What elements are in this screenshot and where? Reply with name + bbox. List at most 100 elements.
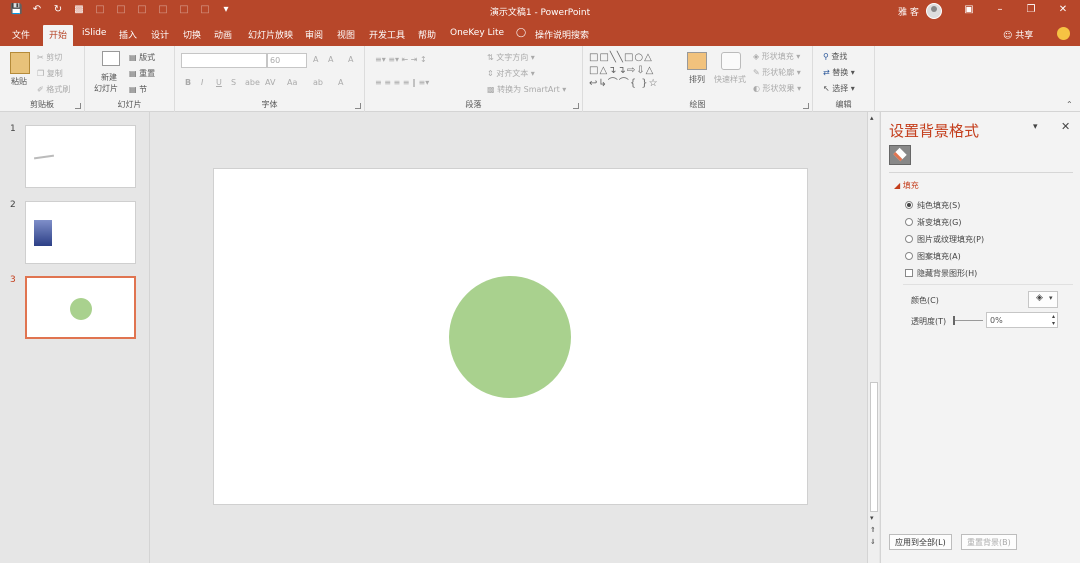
align-icons[interactable]: ≡ ≡ ≡ ≡ ‖ ≡▾: [375, 78, 429, 87]
new-slide-icon[interactable]: [102, 51, 120, 66]
paste-button[interactable]: 粘贴: [11, 76, 27, 87]
scrollbar-thumb[interactable]: [870, 382, 878, 512]
reset-button[interactable]: ▤ 重置: [129, 68, 155, 79]
shape-effects-button[interactable]: ◐ 形状效果 ▾: [753, 83, 801, 94]
format-painter-button[interactable]: ✐ 格式刷: [37, 84, 70, 95]
strike-button[interactable]: S: [231, 78, 236, 87]
tab-file[interactable]: 文件: [12, 28, 30, 41]
tab-view[interactable]: 视图: [337, 28, 355, 41]
tab-slideshow[interactable]: 幻灯片放映: [248, 28, 293, 41]
new-slide-label-1[interactable]: 新建: [101, 72, 117, 83]
tab-review[interactable]: 审阅: [305, 28, 323, 41]
reset-background-button[interactable]: 重置背景(B): [961, 534, 1017, 550]
dialog-launcher-icon[interactable]: [573, 103, 579, 109]
tab-islide[interactable]: iSlide: [82, 28, 106, 38]
color-picker-button[interactable]: ◈ ▾: [1028, 291, 1058, 308]
tab-animations[interactable]: 动画: [214, 28, 232, 41]
fill-category-icon[interactable]: [889, 145, 911, 165]
spinner-icon[interactable]: ▴ ▾: [1052, 313, 1055, 327]
tell-me-search[interactable]: 操作说明搜索: [535, 28, 589, 41]
vertical-scrollbar[interactable]: ▴ ▾ ⇑ ⇓: [867, 112, 879, 563]
feedback-smiley-icon[interactable]: [1057, 27, 1070, 40]
bullets-icon[interactable]: ≡▾ ≡▾ ⇤ ⇥ ↕: [375, 55, 427, 64]
quick-styles-icon[interactable]: [721, 52, 741, 70]
quick-styles-button[interactable]: 快速样式: [714, 74, 746, 85]
text-direction-button[interactable]: ⇅ 文字方向 ▾: [487, 52, 535, 63]
solid-fill-label[interactable]: 纯色填充(S): [917, 200, 960, 211]
tab-developer[interactable]: 开发工具: [369, 28, 405, 41]
shape-outline-button[interactable]: ✎ 形状轮廓 ▾: [753, 67, 801, 78]
solid-fill-radio[interactable]: [905, 201, 913, 209]
collapse-ribbon-icon[interactable]: ⌃: [1066, 100, 1073, 109]
group-label-slides: 幻灯片: [117, 100, 142, 109]
scroll-up-icon[interactable]: ▴: [870, 114, 874, 122]
highlight-button[interactable]: ab: [313, 78, 323, 87]
gradient-fill-radio[interactable]: [905, 218, 913, 226]
spacing-button[interactable]: AV: [265, 78, 275, 87]
new-slide-label-2[interactable]: 幻灯片: [94, 83, 118, 94]
tab-help[interactable]: 帮助: [418, 28, 436, 41]
minimize-icon[interactable]: –: [993, 3, 1007, 17]
apply-to-all-button[interactable]: 应用到全部(L): [889, 534, 952, 550]
pattern-fill-radio[interactable]: [905, 252, 913, 260]
section-button[interactable]: ▤ 节: [129, 84, 147, 95]
font-name-box[interactable]: [181, 53, 267, 68]
tab-insert[interactable]: 插入: [119, 28, 137, 41]
shrink-font-button[interactable]: A: [328, 55, 333, 64]
select-button[interactable]: ↖ 选择 ▾: [823, 83, 855, 94]
dialog-launcher-icon[interactable]: [75, 103, 81, 109]
scroll-down-icon[interactable]: ▾: [870, 514, 874, 522]
find-button[interactable]: ⚲ 查找: [823, 51, 847, 62]
underline-button[interactable]: U: [216, 78, 222, 87]
avatar[interactable]: [926, 3, 942, 19]
arrange-icon[interactable]: [687, 52, 707, 70]
pane-options-icon[interactable]: ▾: [1033, 122, 1038, 132]
layout-button[interactable]: ▤ 版式: [129, 52, 155, 63]
arrange-button[interactable]: 排列: [689, 74, 705, 85]
hide-background-label[interactable]: 隐藏背景图形(H): [917, 268, 977, 279]
cut-button[interactable]: ✂ 剪切: [37, 52, 62, 63]
gradient-fill-label[interactable]: 渐变填充(G): [917, 217, 961, 228]
smartart-button[interactable]: ▩ 转换为 SmartArt ▾: [487, 84, 566, 95]
user-name[interactable]: 雅 客: [898, 5, 919, 18]
change-case-button[interactable]: Aa: [287, 78, 297, 87]
ribbon-display-icon[interactable]: ▣: [962, 3, 976, 17]
tab-design[interactable]: 设计: [151, 28, 169, 41]
picture-fill-label[interactable]: 图片或纹理填充(P): [917, 234, 984, 245]
tab-transitions[interactable]: 切换: [183, 28, 201, 41]
shape-fill-button[interactable]: ◈ 形状填充 ▾: [753, 51, 800, 62]
hide-background-checkbox[interactable]: [905, 269, 913, 277]
share-button[interactable]: ☺ 共享: [1003, 28, 1033, 41]
paste-icon[interactable]: [10, 52, 30, 74]
fill-section-header[interactable]: ◢ 填充: [894, 180, 919, 191]
close-icon[interactable]: ✕: [1056, 3, 1070, 17]
copy-button[interactable]: ❐ 复制: [37, 68, 63, 79]
tab-onekey[interactable]: OneKey Lite: [450, 28, 504, 38]
font-color-button[interactable]: A: [338, 78, 343, 87]
font-size-box[interactable]: 60: [267, 53, 307, 68]
slide-thumbnail-1[interactable]: [25, 125, 136, 188]
bold-button[interactable]: B: [185, 78, 191, 87]
shapes-gallery[interactable]: □□╲╲□○△ □△↴↴⇨⇩△ ↩↳⌒⌒{ }☆: [589, 51, 659, 90]
next-slide-icon[interactable]: ⇓: [870, 538, 876, 546]
slider-handle[interactable]: [953, 316, 955, 325]
slide-thumbnail-3[interactable]: [25, 276, 136, 339]
dialog-launcher-icon[interactable]: [355, 103, 361, 109]
align-text-button[interactable]: ⇕ 对齐文本 ▾: [487, 68, 535, 79]
italic-button[interactable]: I: [201, 78, 203, 87]
shadow-button[interactable]: abe: [245, 78, 260, 87]
slide-thumbnail-2[interactable]: [25, 201, 136, 264]
tab-home[interactable]: 开始: [43, 25, 74, 46]
green-circle-shape[interactable]: [449, 276, 571, 398]
picture-fill-radio[interactable]: [905, 235, 913, 243]
close-pane-icon[interactable]: ✕: [1061, 120, 1070, 133]
pattern-fill-label[interactable]: 图案填充(A): [917, 251, 961, 262]
replace-button[interactable]: ⇄ 替换 ▾: [823, 67, 855, 78]
clear-format-button[interactable]: A: [348, 55, 353, 64]
dialog-launcher-icon[interactable]: [803, 103, 809, 109]
grow-font-button[interactable]: A: [313, 55, 318, 64]
transparency-slider[interactable]: [953, 320, 983, 321]
transparency-input[interactable]: 0% ▴ ▾: [986, 312, 1058, 328]
previous-slide-icon[interactable]: ⇑: [870, 526, 876, 534]
restore-icon[interactable]: ❐: [1024, 3, 1038, 17]
